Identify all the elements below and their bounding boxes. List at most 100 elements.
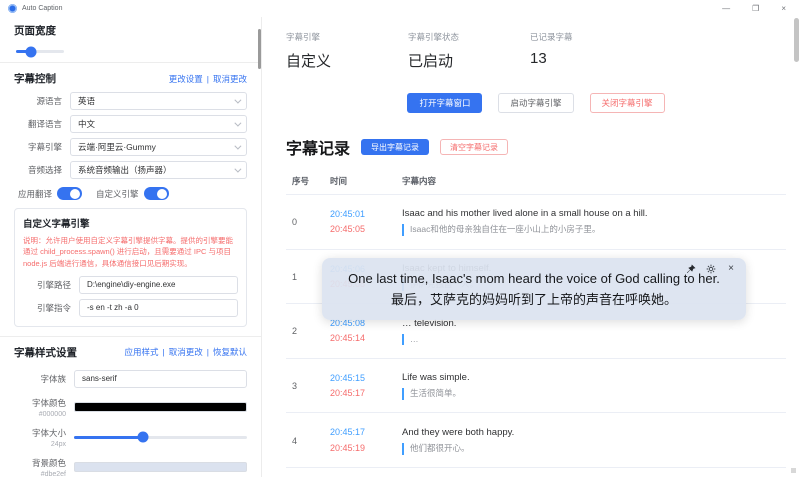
target-language-value: 中文 xyxy=(78,118,234,130)
row-index: 4 xyxy=(286,436,330,446)
stat-status-value: 已启动 xyxy=(408,50,530,71)
reset-style-link[interactable]: 恢复默认 xyxy=(203,346,247,358)
table-row[interactable]: 0 20:45:01 20:45:05 Isaac and his mother… xyxy=(286,195,786,250)
row-index: 2 xyxy=(286,326,330,336)
font-color-swatch[interactable] xyxy=(74,402,247,412)
custom-engine-toggle[interactable] xyxy=(144,187,169,200)
apply-style-link[interactable]: 应用样式 xyxy=(125,346,159,358)
caption-engine-select[interactable]: 云端·阿里云·Gummy xyxy=(70,138,247,156)
open-caption-window-button[interactable]: 打开字幕窗口 xyxy=(407,93,482,113)
clear-records-button[interactable]: 清空字幕记录 xyxy=(440,139,508,155)
export-records-button[interactable]: 导出字幕记录 xyxy=(361,139,429,155)
col-time: 时间 xyxy=(330,175,402,187)
app-logo-icon xyxy=(8,4,17,13)
row-time-start: 20:45:01 xyxy=(330,207,402,222)
custom-engine-label: 自定义引擎 xyxy=(96,188,139,200)
row-time: 20:45:01 20:45:05 xyxy=(330,207,402,238)
row-english: Life was simple. xyxy=(402,372,778,383)
font-size-slider[interactable] xyxy=(74,436,247,439)
target-language-select[interactable]: 中文 xyxy=(70,115,247,133)
row-index: 3 xyxy=(286,381,330,391)
bg-color-hex: #dbe2ef xyxy=(41,471,66,477)
apply-translation-label: 应用翻译 xyxy=(18,188,52,200)
source-language-select[interactable]: 英语 xyxy=(70,92,247,110)
row-time-end: 20:45:19 xyxy=(330,441,402,456)
sidebar-scrollbar[interactable] xyxy=(258,29,261,69)
cancel-style-link[interactable]: 取消更改 xyxy=(159,346,203,358)
app-title: Auto Caption xyxy=(22,5,62,12)
table-row[interactable]: 3 20:45:15 20:45:17 Life was simple. 生活很… xyxy=(286,359,786,414)
row-english: Isaac and his mother lived alone in a sm… xyxy=(402,208,778,219)
row-content: … television. … xyxy=(402,318,786,346)
table-row[interactable]: 5 20:45:20 20:45:25 That was until the d… xyxy=(286,468,786,477)
font-color-hex: #000000 xyxy=(39,411,66,418)
row-chinese: Isaac和他的母亲独自住在一座小山上的小房子里。 xyxy=(402,224,778,236)
stat-engine-value: 自定义 xyxy=(286,50,408,71)
stat-status-label: 字幕引擎状态 xyxy=(408,31,530,43)
font-family-input[interactable] xyxy=(74,370,247,388)
bg-color-swatch[interactable] xyxy=(74,462,247,472)
apply-settings-link[interactable]: 更改设置 xyxy=(169,73,203,85)
row-time-end: 20:45:14 xyxy=(330,331,402,346)
chevron-down-icon xyxy=(234,119,241,126)
font-size-value: 24px xyxy=(51,441,66,448)
table-row[interactable]: 4 20:45:17 20:45:19 And they were both h… xyxy=(286,413,786,468)
bg-color-label: 背景颜色 xyxy=(32,457,66,469)
cancel-settings-link[interactable]: 取消更改 xyxy=(203,73,247,85)
app-window: Auto Caption — ❐ × 页面宽度 字幕控制 更改设置 取消更改 xyxy=(0,0,800,477)
chevron-down-icon xyxy=(234,142,241,149)
apply-translation-toggle[interactable] xyxy=(57,187,82,200)
target-language-label: 翻译语言 xyxy=(14,118,62,130)
audio-source-select[interactable]: 系统音频输出（扬声器） xyxy=(70,161,247,179)
font-size-label: 字体大小 xyxy=(32,427,66,439)
engine-path-input[interactable] xyxy=(79,276,238,294)
main-panel: 字幕引擎 自定义 字幕引擎状态 已启动 已记录字幕 13 打开字幕窗口 启动字幕… xyxy=(262,17,800,477)
stat-engine-label: 字幕引擎 xyxy=(286,31,408,43)
row-time: 20:45:08 20:45:14 xyxy=(330,316,402,347)
minimize-icon[interactable]: — xyxy=(722,5,730,13)
font-family-label: 字体族 xyxy=(40,373,66,385)
custom-engine-title: 自定义字幕引擎 xyxy=(23,216,238,230)
divider xyxy=(0,336,261,337)
row-chinese: 他们都很开心。 xyxy=(402,443,778,455)
font-color-label: 字体颜色 xyxy=(32,397,66,409)
row-time-start: 20:45:15 xyxy=(330,371,402,386)
caption-engine-value: 云端·阿里云·Gummy xyxy=(78,141,234,153)
custom-engine-note: 说明：允许用户使用自定义字幕引擎提供字幕。提供的引擎要能通过 child_pro… xyxy=(23,235,238,269)
audio-source-value: 系统音频输出（扬声器） xyxy=(78,164,234,176)
overlay-close-icon[interactable]: × xyxy=(726,264,736,274)
row-time-end: 20:45:17 xyxy=(330,386,402,401)
stop-engine-button[interactable]: 关闭字幕引擎 xyxy=(590,93,665,113)
overlay-english-text: One last time, Isaac's mom heard the voi… xyxy=(322,271,746,286)
page-width-slider[interactable] xyxy=(16,50,64,53)
records-title: 字幕记录 xyxy=(286,135,350,159)
stat-count-value: 13 xyxy=(530,50,652,67)
engine-path-label: 引擎路径 xyxy=(23,279,71,291)
stat-count-label: 已记录字幕 xyxy=(530,31,652,43)
row-chinese: 生活很简单。 xyxy=(402,388,778,400)
chevron-down-icon xyxy=(234,96,241,103)
scrollbar-corner xyxy=(791,468,796,473)
engine-stats: 字幕引擎 自定义 字幕引擎状态 已启动 已记录字幕 13 xyxy=(286,23,786,71)
records-table: 序号 时间 字幕内容 0 20:45:01 20:45:05 Isaac and… xyxy=(286,168,786,477)
row-time: 20:45:15 20:45:17 xyxy=(330,371,402,402)
pin-icon[interactable] xyxy=(686,264,696,274)
source-language-value: 英语 xyxy=(78,95,234,107)
row-content: And they were both happy. 他们都很开心。 xyxy=(402,427,786,455)
close-icon[interactable]: × xyxy=(781,5,786,13)
engine-select-label: 字幕引擎 xyxy=(14,141,62,153)
row-time-end: 20:45:05 xyxy=(330,222,402,237)
maximize-icon[interactable]: ❐ xyxy=(752,5,759,13)
col-content: 字幕内容 xyxy=(402,175,786,187)
records-table-header: 序号 时间 字幕内容 xyxy=(286,168,786,195)
gear-icon[interactable] xyxy=(706,264,716,274)
main-scrollbar[interactable] xyxy=(794,18,799,62)
subtitle-overlay-window[interactable]: × One last time, Isaac's mom heard the v… xyxy=(322,258,746,320)
start-engine-button[interactable]: 启动字幕引擎 xyxy=(498,93,573,113)
row-content: Isaac and his mother lived alone in a sm… xyxy=(402,208,786,236)
engine-args-input[interactable] xyxy=(79,299,238,317)
custom-engine-panel: 自定义字幕引擎 说明：允许用户使用自定义字幕引擎提供字幕。提供的引擎要能通过 c… xyxy=(14,208,247,327)
row-index: 0 xyxy=(286,217,330,227)
settings-sidebar: 页面宽度 字幕控制 更改设置 取消更改 源语言 英语 翻译语言 xyxy=(0,17,262,477)
row-english: And they were both happy. xyxy=(402,427,778,438)
